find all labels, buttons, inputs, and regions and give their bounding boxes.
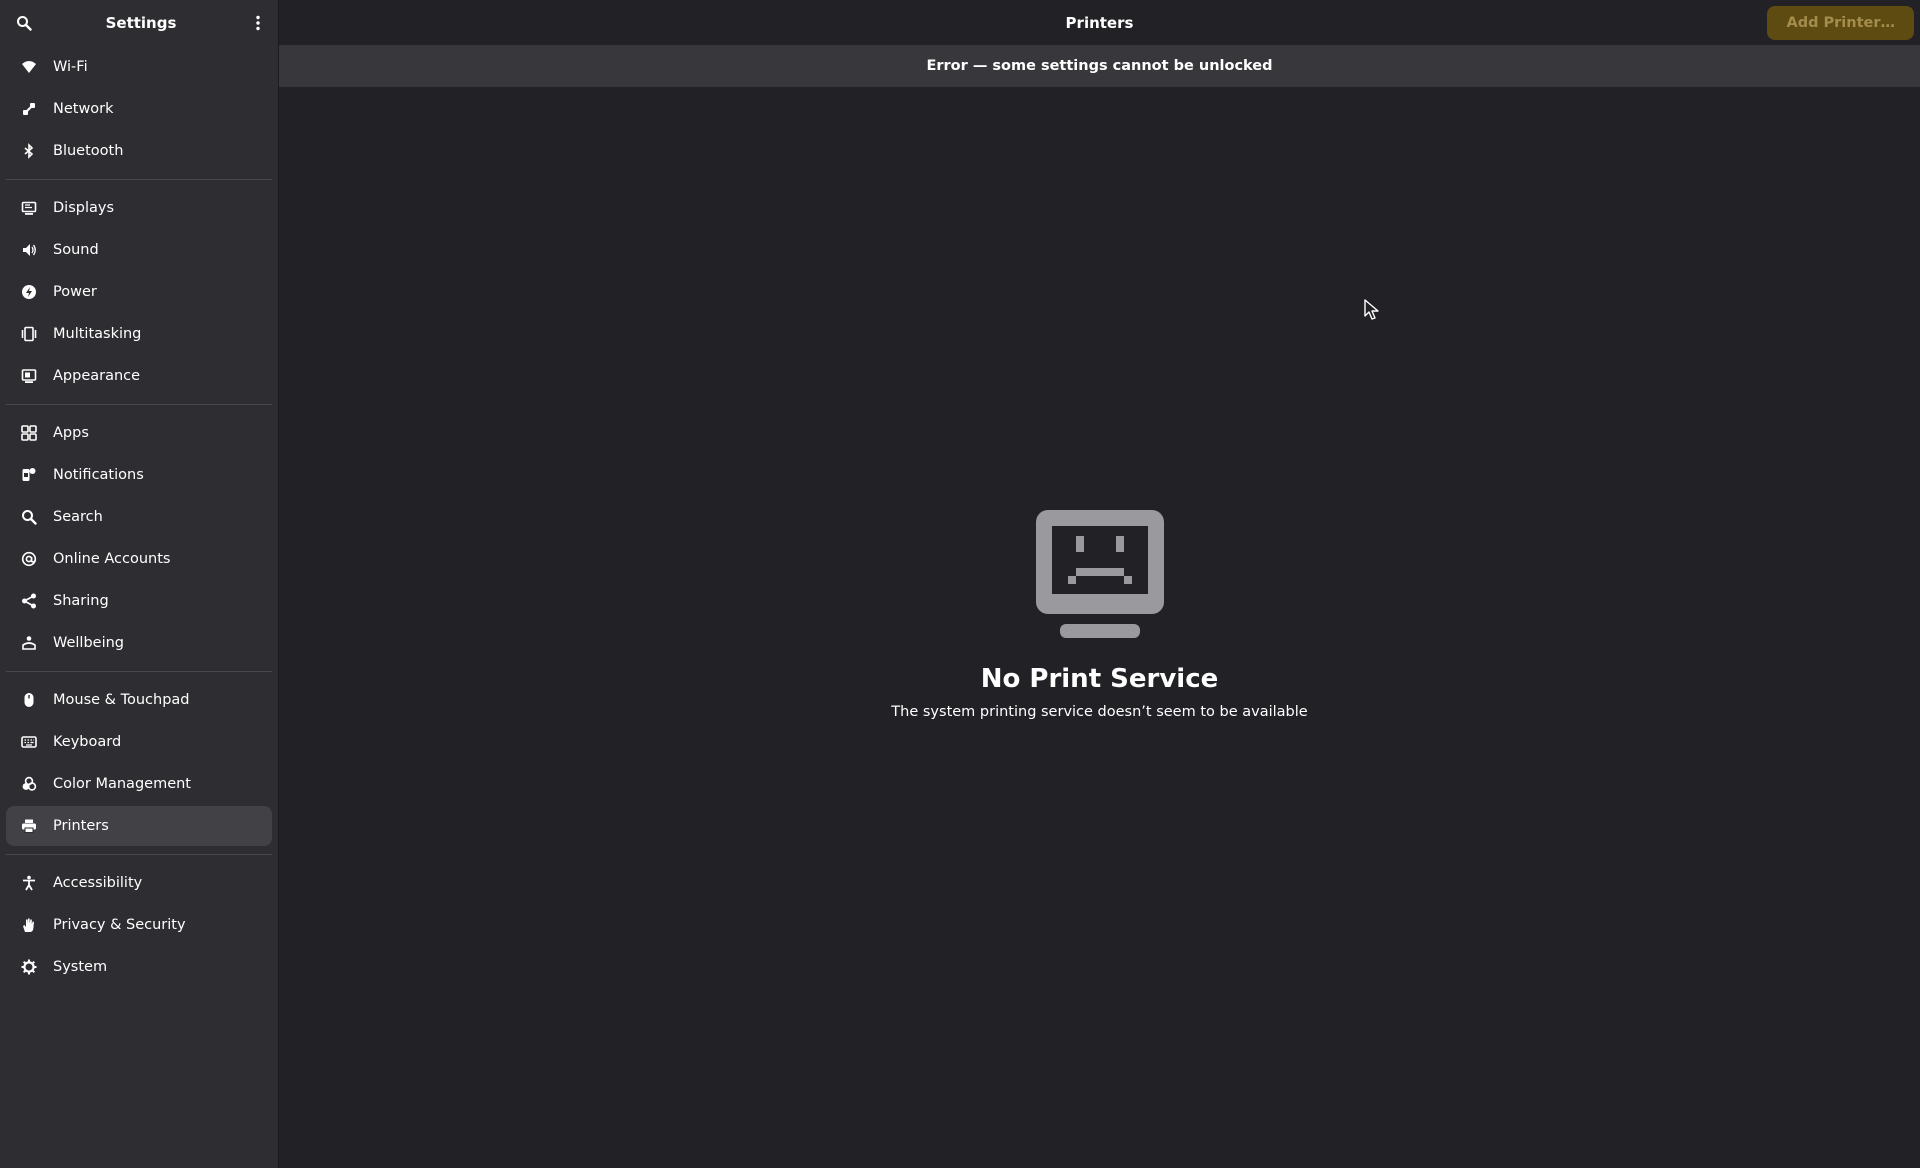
wifi-icon xyxy=(20,58,38,76)
main-header: Printers Add Printer… xyxy=(279,0,1920,45)
page-title: Printers xyxy=(1065,13,1134,32)
error-banner: Error — some settings cannot be unlocked xyxy=(279,45,1920,87)
sidebar-item-label: Displays xyxy=(53,200,115,216)
main-menu-icon[interactable] xyxy=(248,13,268,33)
sidebar-item-search[interactable]: Search xyxy=(6,497,272,537)
notifications-icon xyxy=(20,466,38,484)
sidebar-separator xyxy=(6,179,272,180)
power-icon xyxy=(20,283,38,301)
at-sign-icon xyxy=(20,550,38,568)
share-icon xyxy=(20,592,38,610)
status-title: No Print Service xyxy=(980,664,1219,694)
sidebar-item-bluetooth[interactable]: Bluetooth xyxy=(6,131,272,171)
sidebar-item-sharing[interactable]: Sharing xyxy=(6,581,272,621)
sidebar-item-label: Wellbeing xyxy=(53,635,125,651)
sidebar-item-label: Appearance xyxy=(53,368,141,384)
color-icon xyxy=(20,775,38,793)
sidebar-item-color-management[interactable]: Color Management xyxy=(6,764,272,804)
accessibility-icon xyxy=(20,874,38,892)
sidebar-item-label: Bluetooth xyxy=(53,143,124,159)
mouse-pointer-icon xyxy=(1364,299,1380,325)
sidebar-title: Settings xyxy=(105,13,177,32)
speaker-icon xyxy=(20,241,38,259)
sidebar-item-label: Keyboard xyxy=(53,734,122,750)
sidebar: Settings Wi-Fi Network Bluetooth Displays So… xyxy=(0,0,279,1168)
sidebar-item-label: Multitasking xyxy=(53,326,142,342)
sidebar-item-label: Wi-Fi xyxy=(53,59,88,75)
keyboard-icon xyxy=(20,733,38,751)
sidebar-item-printers[interactable]: Printers xyxy=(6,806,272,846)
sidebar-item-apps[interactable]: Apps xyxy=(6,413,272,453)
status-description: The system printing service doesn’t seem… xyxy=(891,704,1308,720)
sidebar-item-accessibility[interactable]: Accessibility xyxy=(6,863,272,903)
sidebar-item-label: Notifications xyxy=(53,467,144,483)
sidebar-item-label: Online Accounts xyxy=(53,551,171,567)
sidebar-item-displays[interactable]: Displays xyxy=(6,188,272,228)
sidebar-header: Settings xyxy=(0,0,278,45)
sidebar-item-online-accounts[interactable]: Online Accounts xyxy=(6,539,272,579)
sidebar-separator xyxy=(6,404,272,405)
sidebar-item-privacy-and-security[interactable]: Privacy & Security xyxy=(6,905,272,945)
sad-computer-icon xyxy=(1035,510,1164,642)
add-printer-button[interactable]: Add Printer… xyxy=(1767,6,1914,40)
mouse-icon xyxy=(20,691,38,709)
sidebar-item-label: Power xyxy=(53,284,97,300)
sidebar-item-label: Color Management xyxy=(53,776,191,792)
sidebar-item-notifications[interactable]: Notifications xyxy=(6,455,272,495)
display-icon xyxy=(20,199,38,217)
sidebar-item-label: Mouse & Touchpad xyxy=(53,692,190,708)
printer-icon xyxy=(20,817,38,835)
sidebar-item-label: Privacy & Security xyxy=(53,917,186,933)
sidebar-item-network[interactable]: Network xyxy=(6,89,272,129)
hand-icon xyxy=(20,916,38,934)
sidebar-item-keyboard[interactable]: Keyboard xyxy=(6,722,272,762)
sidebar-item-label: Printers xyxy=(53,818,109,834)
sidebar-item-sound[interactable]: Sound xyxy=(6,230,272,270)
sidebar-item-label: Search xyxy=(53,509,103,525)
bluetooth-icon xyxy=(20,142,38,160)
sidebar-item-multitasking[interactable]: Multitasking xyxy=(6,314,272,354)
gear-icon xyxy=(20,958,38,976)
multitasking-icon xyxy=(20,325,38,343)
sidebar-item-label: Sound xyxy=(53,242,99,258)
sidebar-item-wi-fi[interactable]: Wi-Fi xyxy=(6,47,272,87)
sidebar-item-label: Accessibility xyxy=(53,875,143,891)
search-icon xyxy=(20,508,38,526)
wellbeing-icon xyxy=(20,634,38,652)
appearance-icon xyxy=(20,367,38,385)
sidebar-item-appearance[interactable]: Appearance xyxy=(6,356,272,396)
settings-window: Settings Wi-Fi Network Bluetooth Displays So… xyxy=(0,0,1920,1168)
apps-grid-icon xyxy=(20,424,38,442)
network-icon xyxy=(20,100,38,118)
sidebar-item-system[interactable]: System xyxy=(6,947,272,987)
sidebar-item-label: System xyxy=(53,959,108,975)
search-icon[interactable] xyxy=(14,13,34,33)
sidebar-item-label: Network xyxy=(53,101,114,117)
sidebar-separator xyxy=(6,854,272,855)
error-banner-text: Error — some settings cannot be unlocked xyxy=(926,58,1273,74)
status-page: No Print Service The system printing ser… xyxy=(279,510,1920,720)
sidebar-nav: Wi-Fi Network Bluetooth Displays Sound Power M… xyxy=(0,47,278,987)
sidebar-item-label: Sharing xyxy=(53,593,109,609)
main-pane: Printers Add Printer… Error — some setti… xyxy=(279,0,1920,1168)
sidebar-item-wellbeing[interactable]: Wellbeing xyxy=(6,623,272,663)
sidebar-item-power[interactable]: Power xyxy=(6,272,272,312)
sidebar-separator xyxy=(6,671,272,672)
sidebar-item-mouse-and-touchpad[interactable]: Mouse & Touchpad xyxy=(6,680,272,720)
sidebar-item-label: Apps xyxy=(53,425,89,441)
